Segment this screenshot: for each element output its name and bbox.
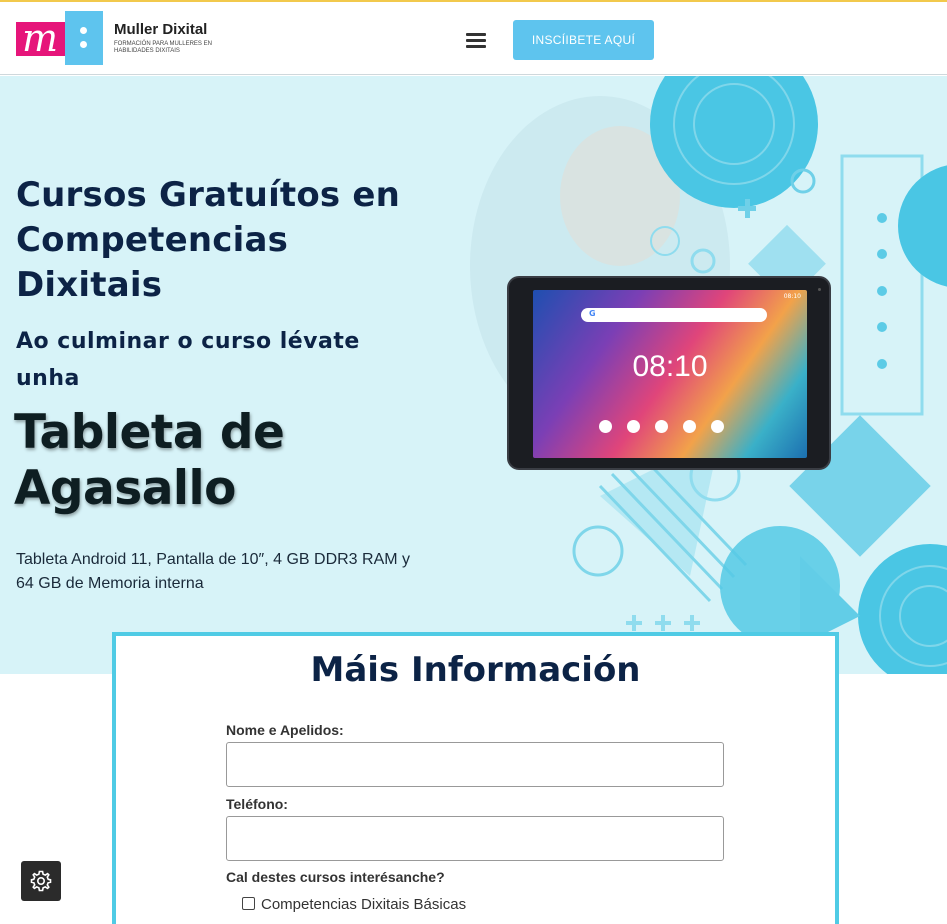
hero-banner: Cursos Gratuítos en Competencias Dixitai… bbox=[0, 76, 947, 674]
checkbox[interactable] bbox=[242, 897, 255, 910]
tablet-search-bar: G bbox=[581, 308, 767, 322]
tablet-app-icons bbox=[599, 420, 749, 434]
course-option-label: Competencias Dixitais Básicas bbox=[261, 896, 467, 913]
logo-title: Muller Dixital bbox=[114, 21, 208, 38]
name-label: Nome e Apelidos: bbox=[226, 722, 344, 738]
gear-icon bbox=[30, 870, 52, 892]
site-logo[interactable]: m Muller Dixital FORMACIÓN PARA MULLERES… bbox=[16, 11, 216, 67]
signup-button[interactable]: INSCÍIBETE AQUÍ bbox=[513, 20, 654, 60]
site-header: m Muller Dixital FORMACIÓN PARA MULLERES… bbox=[0, 2, 947, 75]
phone-field[interactable] bbox=[226, 816, 724, 861]
tablet-status-time: 08:10 bbox=[783, 293, 801, 300]
name-field[interactable] bbox=[226, 742, 724, 787]
info-form: Máis Información Nome e Apelidos: Teléfo… bbox=[112, 632, 839, 924]
courses-label: Cal destes cursos interésanche? bbox=[226, 869, 445, 885]
phone-label: Teléfono: bbox=[226, 796, 288, 812]
hamburger-menu-icon[interactable] bbox=[466, 31, 488, 49]
hero-title: Cursos Gratuítos en Competencias Dixitai… bbox=[16, 175, 401, 305]
logo-subtitle: FORMACIÓN PARA MULLERES EN HABILIDADES D… bbox=[114, 41, 212, 54]
hero-subtitle: Ao culminar o curso lévate unha bbox=[16, 329, 360, 391]
hero-prize-heading: Tableta de Agasallo bbox=[14, 405, 285, 516]
hero-description: Tableta Android 11, Pantalla de 10″, 4 G… bbox=[16, 551, 411, 592]
settings-button[interactable] bbox=[21, 861, 61, 901]
tablet-camera bbox=[818, 288, 821, 291]
course-option-basic[interactable]: Competencias Dixitais Básicas bbox=[242, 896, 466, 913]
form-title: Máis Información bbox=[310, 650, 641, 690]
tablet-screen: G 08:10 08:10 bbox=[533, 290, 807, 458]
tablet-image: G 08:10 08:10 bbox=[507, 276, 831, 470]
logo-mark: m bbox=[16, 11, 104, 65]
tablet-clock: 08:10 bbox=[632, 350, 708, 383]
